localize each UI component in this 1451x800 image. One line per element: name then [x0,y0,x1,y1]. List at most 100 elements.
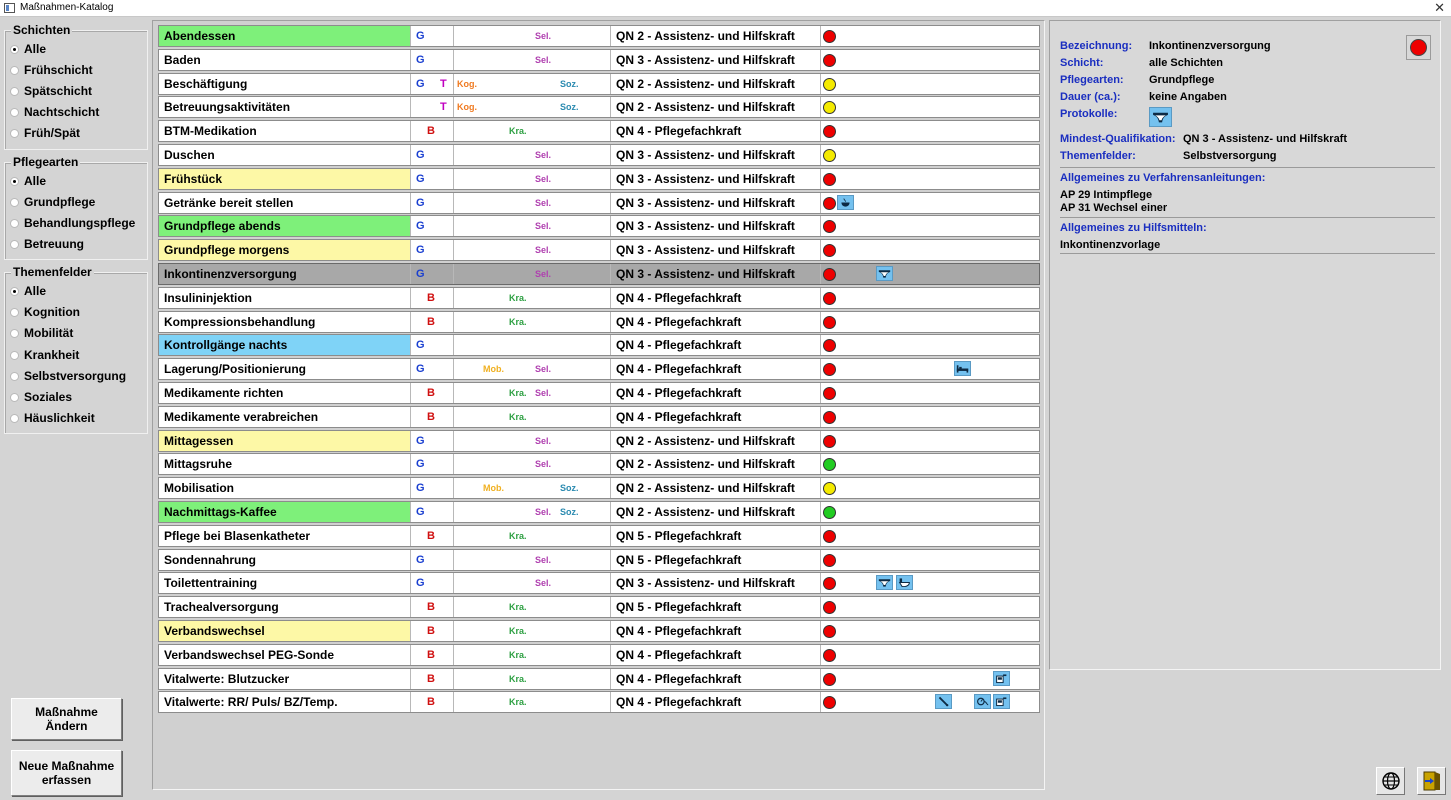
table-row[interactable]: Frühstück G Sel. QN 3 - Assistenz- und Hilf… [158,167,1040,190]
radio-button[interactable] [10,350,19,360]
filter-option-label: Alle [24,284,47,298]
table-row[interactable]: Beschäftigung G T Kog. Soz. QN 2 - Assistenz-… [158,72,1040,95]
tag-krankheit: Kra. [509,626,527,636]
table-row[interactable]: Betreuungsaktivitäten T Kog. Soz. QN 2 - Ass… [158,96,1040,119]
radio-button[interactable] [10,371,19,381]
radio-button[interactable] [10,219,19,228]
radio-button[interactable] [10,129,19,138]
radio-button[interactable] [10,393,19,402]
qualification: QN 4 - Pflegefachkraft [612,287,821,308]
table-row[interactable]: Grundpflege abends G Sel. QN 3 - Assistenz-… [158,215,1040,238]
tag-selbstversorgung: Sel. [535,388,552,398]
schicht-label: Schicht: [1060,57,1104,69]
blood-pressure-icon[interactable] [973,694,991,710]
radio-button[interactable] [10,87,19,96]
radio-button[interactable] [10,66,19,75]
table-row[interactable]: Medikamente verabreichen B Kra. QN 4 - Pfle… [158,405,1040,428]
filter-option-themenfelder[interactable]: Mobilität [10,325,73,341]
table-row[interactable]: Nachmittags-Kaffee G Sel. Soz. QN 2 - Assist… [158,501,1040,523]
table-row[interactable]: Duschen G Sel. QN 3 - Assistenz- und Hilfsk… [158,144,1040,166]
radio-button[interactable] [10,287,19,296]
status-red-icon [823,244,836,258]
status-cell [821,288,837,308]
flag-grundpflege: G [416,482,425,495]
radio-button[interactable] [10,45,19,54]
table-row[interactable]: Vitalwerte: Blutzucker B Kra. QN 4 - Pflege… [158,667,1040,690]
table-row[interactable]: BTM-Medikation B Kra. QN 4 - Pflegefachkraf… [158,120,1040,143]
filter-option-pflegearten[interactable]: Behandlungspflege [10,215,135,231]
filter-option-label: Nachtschicht [24,105,100,119]
brief-icon[interactable] [1149,107,1172,127]
filter-option-themenfelder[interactable]: Soziales [10,389,72,405]
status-cell [821,312,837,332]
table-row[interactable]: Vitalwerte: RR/ Puls/ BZ/Temp. B Kra. QN 4 … [158,691,1040,714]
measure-name: Trachealversorgung [159,597,411,618]
filter-option-schichten[interactable]: Spätschicht [10,83,92,99]
thermometer-icon[interactable] [934,694,952,710]
table-row[interactable]: Inkontinenzversorgung G Sel. QN 3 - Assiste… [158,263,1040,285]
table-row[interactable]: Verbandswechsel B Kra. QN 4 - Pflegefachkra… [158,620,1040,642]
filter-option-pflegearten[interactable]: Grundpflege [10,194,95,210]
radio-button[interactable] [10,177,19,186]
measure-name: Duschen [159,145,411,165]
filter-option-schichten[interactable]: Frühschicht [10,62,93,78]
table-row[interactable]: Grundpflege morgens G Sel. QN 3 - Assistenz… [158,239,1040,262]
filter-option-schichten[interactable]: Früh/Spät [10,125,80,141]
table-row[interactable]: Kompressionsbehandlung B Kra. QN 4 - Pflege… [158,310,1040,333]
table-row[interactable]: Pflege bei Blasenkatheter B Kra. QN 5 - Pfl… [158,524,1040,547]
topic-tags: Sel. [454,549,611,570]
table-row[interactable]: Toilettentraining G Sel. QN 3 - Assistenz- … [158,572,1040,595]
table-row[interactable]: Kontrollgänge nachts G QN 4 - Pflegefachkr… [158,334,1040,357]
brief-icon[interactable] [876,575,893,591]
filter-option-schichten[interactable]: Alle [10,41,46,57]
globe-button[interactable] [1376,767,1405,795]
filter-option-themenfelder[interactable]: Häuslichkeit [10,410,95,426]
topic-tags: Kog. Soz. [454,97,611,118]
filter-option-label: Alle [24,42,47,56]
filter-option-schichten[interactable]: Nachtschicht [10,104,99,120]
bed-icon[interactable] [954,361,971,377]
brief-icon[interactable] [876,266,893,281]
table-row[interactable]: Abendessen G Sel. QN 2 - Assistenz- und Hil… [158,25,1040,47]
radio-button[interactable] [10,108,19,117]
table-row[interactable]: Verbandswechsel PEG-Sonde B Kra. QN 4 - Pfl… [158,643,1040,666]
table-row[interactable]: Mittagsruhe G Sel. QN 2 - Assistenz- und Hi… [158,453,1040,476]
status-cell [821,240,837,260]
filter-option-themenfelder[interactable]: Alle [10,283,46,299]
qualification: QN 3 - Assistenz- und Hilfskraft [612,216,821,237]
exit-button[interactable] [1417,767,1446,795]
cup-icon[interactable] [837,194,854,210]
new-measure-button[interactable]: Neue Maßnahme erfassen [11,750,122,796]
filter-option-themenfelder[interactable]: Krankheit [10,347,79,363]
globe-icon [1381,772,1400,790]
status-red-icon [823,601,836,615]
edit-measure-button[interactable]: Maßnahme Ändern [11,698,122,740]
glucometer-icon[interactable] [993,694,1010,710]
toilet-icon[interactable] [895,575,913,591]
verfahren-line: AP 29 Intimpflege [1060,189,1153,201]
table-row[interactable]: Getränke bereit stellen G Sel. QN 3 - Assis… [158,191,1040,214]
table-row[interactable]: Baden G Sel. QN 3 - Assistenz- und Hilfskra… [158,48,1040,71]
filter-option-pflegearten[interactable]: Betreuung [10,236,84,252]
status-red-icon [823,339,836,353]
radio-button[interactable] [10,329,19,339]
radio-button[interactable] [10,308,19,318]
table-row[interactable]: Mobilisation G Mob. Soz. QN 2 - Assistenz- u… [158,477,1040,500]
radio-button[interactable] [10,198,19,207]
table-row[interactable]: Mittagessen G Sel. QN 2 - Assistenz- und Hi… [158,429,1040,452]
filter-option-themenfelder[interactable]: Selbstversorgung [10,368,126,384]
filter-option-pflegearten[interactable]: Alle [10,173,46,189]
status-cell [821,478,837,498]
table-row[interactable]: Medikamente richten B Kra. Sel. QN 4 - Pfleg… [158,382,1040,404]
radio-button[interactable] [10,414,19,424]
glucometer-icon[interactable] [993,670,1010,686]
table-row[interactable]: Insulininjektion B Kra. QN 4 - Pflegefachkr… [158,286,1040,309]
table-row[interactable]: Lagerung/Positionierung G Mob. Sel. QN 4 - P… [158,358,1040,381]
radio-button[interactable] [10,240,19,249]
topic-tags: Kog. Soz. [454,73,611,94]
table-row[interactable]: Trachealversorgung B Kra. QN 5 - Pflegefach… [158,596,1040,619]
flag-grundpflege: G [416,77,425,90]
table-row[interactable]: Sondennahrung G Sel. QN 5 - Pflegefachkraft [158,548,1040,571]
filter-option-themenfelder[interactable]: Kognition [10,304,80,320]
close-icon[interactable]: ✕ [1434,0,1445,16]
